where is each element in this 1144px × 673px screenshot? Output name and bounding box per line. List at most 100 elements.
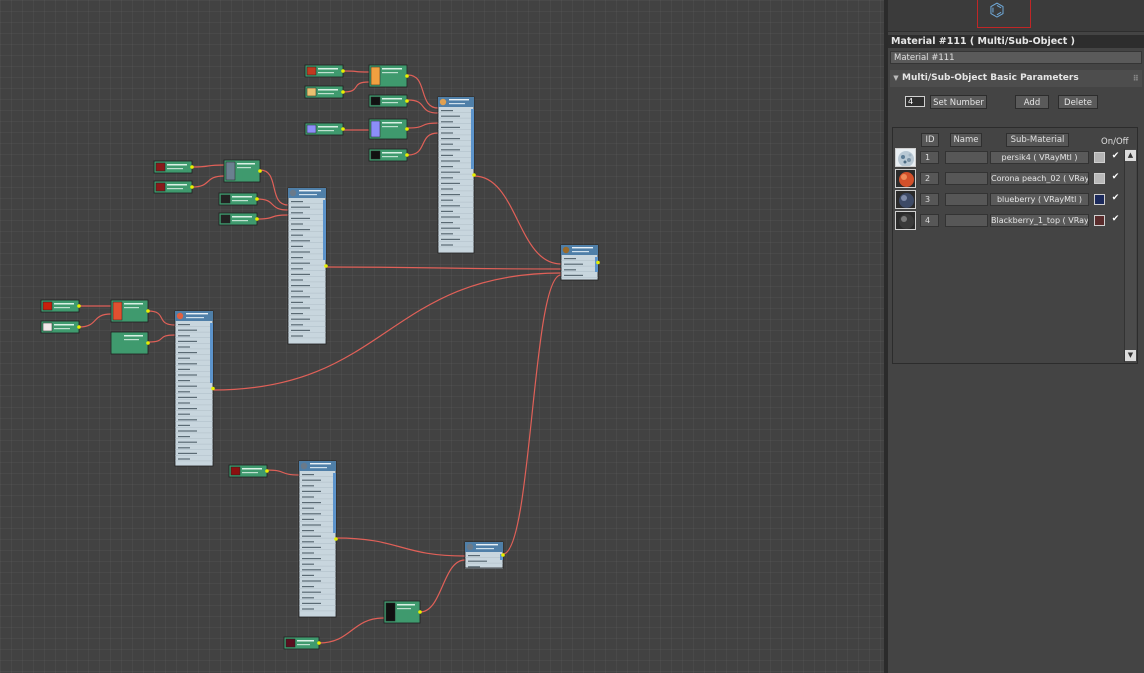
material-name-field[interactable]: Material #111 <box>890 51 1142 64</box>
submaterial-button[interactable]: Corona peach_02 ( VRayM <box>990 172 1089 185</box>
node-wire[interactable] <box>318 617 385 644</box>
node-wire[interactable] <box>342 81 370 93</box>
map-node[interactable] <box>153 160 194 174</box>
map-node[interactable] <box>383 600 422 624</box>
row-color-swatch[interactable] <box>1094 194 1105 205</box>
output-socket[interactable] <box>265 469 269 473</box>
material-node[interactable] <box>464 541 505 569</box>
material-node[interactable] <box>287 187 328 345</box>
column-header-id[interactable]: ID <box>921 133 939 147</box>
rollout-multisub-basic[interactable]: ▼ Multi/Sub-Object Basic Parameters ⠿ <box>890 70 1142 87</box>
map-node[interactable] <box>218 192 259 206</box>
map-node[interactable] <box>304 64 345 78</box>
rollout-collapse-icon[interactable]: ▼ <box>890 70 902 87</box>
output-socket[interactable] <box>405 127 409 131</box>
output-socket[interactable] <box>341 69 345 73</box>
output-socket[interactable] <box>146 309 150 313</box>
node-wire[interactable] <box>342 70 370 73</box>
output-socket[interactable] <box>146 341 150 345</box>
peach-swatch-icon[interactable] <box>895 169 916 188</box>
node-wire[interactable] <box>147 310 176 326</box>
noise-swatch-icon[interactable] <box>895 148 916 167</box>
node-wire[interactable] <box>191 164 225 168</box>
output-socket[interactable] <box>324 264 328 268</box>
column-header-name[interactable]: Name <box>950 133 982 147</box>
row-enable-checkbox[interactable]: ✔ <box>1110 192 1121 205</box>
output-socket[interactable] <box>258 169 262 173</box>
output-socket[interactable] <box>77 304 81 308</box>
navigator-preview[interactable]: ⌬ <box>888 0 1144 32</box>
row-color-swatch[interactable] <box>1094 173 1105 184</box>
output-socket[interactable] <box>317 641 321 645</box>
map-node[interactable] <box>40 320 81 334</box>
submaterial-button[interactable]: blueberry ( VRayMtl ) <box>990 193 1089 206</box>
node-wire[interactable] <box>212 272 562 391</box>
delete-button[interactable]: Delete <box>1058 95 1098 109</box>
node-wire[interactable] <box>325 266 562 270</box>
map-node[interactable] <box>223 159 262 183</box>
output-socket[interactable] <box>190 185 194 189</box>
output-socket[interactable] <box>501 553 505 557</box>
output-socket[interactable] <box>472 173 476 177</box>
output-socket[interactable] <box>596 260 600 265</box>
node-wire[interactable] <box>78 313 112 328</box>
node-wire[interactable] <box>147 334 176 343</box>
output-socket[interactable] <box>77 325 81 329</box>
output-socket[interactable] <box>405 74 409 78</box>
row-name-field[interactable] <box>945 151 988 164</box>
slate-node-view[interactable] <box>0 0 884 673</box>
scroll-down-icon[interactable]: ▼ <box>1125 350 1136 361</box>
map-node[interactable] <box>304 85 345 99</box>
map-node[interactable] <box>218 212 259 226</box>
map-node[interactable] <box>368 94 409 108</box>
submaterial-scrollbar[interactable]: ▲ ▼ <box>1124 149 1136 362</box>
node-wire[interactable] <box>419 559 466 613</box>
row-enable-checkbox[interactable]: ✔ <box>1110 150 1121 163</box>
output-socket[interactable] <box>255 217 259 221</box>
node-wire[interactable] <box>256 214 289 220</box>
row-name-field[interactable] <box>945 172 988 185</box>
output-socket[interactable] <box>334 537 338 541</box>
row-id-field[interactable]: 2 <box>920 172 939 185</box>
map-node[interactable] <box>368 118 409 140</box>
set-number-button[interactable]: Set Number <box>930 95 987 109</box>
material-node[interactable] <box>174 310 215 467</box>
output-socket[interactable] <box>341 90 345 94</box>
node-graph-canvas[interactable] <box>0 0 884 673</box>
submaterial-button[interactable]: persik4 ( VRayMtl ) <box>990 151 1089 164</box>
node-wire[interactable] <box>407 74 439 109</box>
row-id-field[interactable]: 1 <box>920 151 939 164</box>
map-node[interactable] <box>368 148 409 162</box>
node-wire[interactable] <box>473 175 562 265</box>
node-wire[interactable] <box>266 469 300 476</box>
map-node[interactable] <box>110 299 150 323</box>
row-enable-checkbox[interactable]: ✔ <box>1110 171 1121 184</box>
rollout-pin-icon[interactable]: ⠿ <box>1133 70 1139 87</box>
output-socket[interactable] <box>211 386 215 391</box>
node-wire[interactable] <box>502 274 562 555</box>
scroll-up-icon[interactable]: ▲ <box>1125 150 1136 161</box>
material-node[interactable] <box>298 460 338 618</box>
row-color-swatch[interactable] <box>1094 152 1105 163</box>
node-wire[interactable] <box>335 537 466 557</box>
map-node[interactable] <box>283 636 321 650</box>
row-id-field[interactable]: 3 <box>920 193 939 206</box>
output-socket[interactable] <box>341 127 345 131</box>
row-color-swatch[interactable] <box>1094 215 1105 226</box>
row-enable-checkbox[interactable]: ✔ <box>1110 213 1121 226</box>
blackberry-swatch-icon[interactable] <box>895 211 916 230</box>
map-node[interactable] <box>228 464 269 478</box>
node-wire[interactable] <box>407 132 439 156</box>
map-node[interactable] <box>110 331 150 355</box>
node-wire[interactable] <box>407 122 439 129</box>
material-node[interactable] <box>437 96 476 254</box>
row-name-field[interactable] <box>945 193 988 206</box>
map-node[interactable] <box>40 299 81 313</box>
submaterial-button[interactable]: Blackberry_1_top ( VRay2 <box>990 214 1089 227</box>
output-socket[interactable] <box>255 197 259 201</box>
output-socket[interactable] <box>405 153 409 157</box>
row-id-field[interactable]: 4 <box>920 214 939 227</box>
map-node[interactable] <box>304 122 345 136</box>
output-socket[interactable] <box>405 99 409 103</box>
set-number-input[interactable]: 4 <box>905 96 925 107</box>
